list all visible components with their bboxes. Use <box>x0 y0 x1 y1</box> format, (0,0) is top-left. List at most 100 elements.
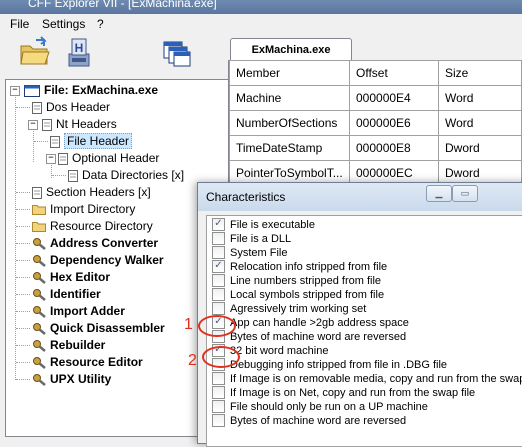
svg-text:H: H <box>75 41 84 55</box>
tool-icon <box>33 323 46 336</box>
windows-icon[interactable] <box>160 36 194 70</box>
table-header-row: Member Offset Size <box>229 60 522 86</box>
cell-size: Dword <box>438 135 522 161</box>
tool-icon <box>33 289 46 302</box>
toolbar: H <box>0 34 230 78</box>
checkbox-file-is-dll[interactable]: File is a DLL <box>212 231 291 246</box>
document-icon <box>32 101 42 114</box>
cell-member: Machine <box>229 85 350 111</box>
annotation-number-2: 2 <box>188 352 197 369</box>
tree-connector <box>15 94 16 380</box>
table-row[interactable]: TimeDateStamp 000000E8 Dword <box>229 135 522 161</box>
tree-item-dependency-walker[interactable]: Dependency Walker <box>32 252 164 268</box>
cell-offset: 000000E4 <box>349 85 439 111</box>
checkbox[interactable] <box>212 371 225 385</box>
tab-exmachina[interactable]: ExMachina.exe <box>230 38 352 61</box>
tree-item-rebuilder[interactable]: Rebuilder <box>32 337 105 353</box>
checkbox[interactable] <box>212 273 225 287</box>
hex-editor-icon[interactable]: H <box>62 36 96 70</box>
checkbox-removable-run-from-swap[interactable]: If Image is on removable media, copy and… <box>212 371 522 386</box>
checkbox-system-file[interactable]: System File <box>212 245 287 260</box>
tool-icon <box>33 272 46 285</box>
tree-item-quick-disassembler[interactable]: Quick Disassembler <box>32 320 165 336</box>
checkbox[interactable] <box>212 301 225 315</box>
tree-view[interactable]: − File: ExMachina.exe Dos Header − Nt He… <box>5 79 229 437</box>
checkbox[interactable]: ✓ <box>212 217 225 231</box>
annotation-circle-2 <box>202 346 240 368</box>
folder-icon <box>32 205 46 216</box>
tool-icon <box>33 340 46 353</box>
checkbox-relocation-stripped[interactable]: ✓ Relocation info stripped from file <box>212 259 387 274</box>
checkbox-aggressively-trim[interactable]: Agressively trim working set <box>212 301 366 316</box>
tree-item-dos-header[interactable]: Dos Header <box>32 99 110 115</box>
cell-size: Word <box>438 85 522 111</box>
tree-item-optional-header[interactable]: Optional Header <box>58 150 159 166</box>
checkbox-bytes-reversed-lo[interactable]: Bytes of machine word are reversed <box>212 329 406 344</box>
tree-item-nt-headers[interactable]: Nt Headers <box>42 116 117 132</box>
checkbox[interactable] <box>212 245 225 259</box>
expand-toggle[interactable]: − <box>10 86 20 96</box>
tree-item-file-header[interactable]: File Header <box>50 133 133 149</box>
tool-icon <box>33 255 46 268</box>
document-icon <box>32 186 42 199</box>
dialog-title: Characteristics <box>206 190 286 204</box>
dialog-titlebar: Characteristics ▁ ▭ <box>198 183 522 211</box>
annotation-number-1: 1 <box>184 316 193 333</box>
checkbox-large-address-aware[interactable]: ✓ App can handle >2gb address space <box>212 315 409 330</box>
tool-icon <box>33 374 46 387</box>
checkbox-file-is-executable[interactable]: ✓ File is executable <box>212 217 315 232</box>
checkbox-debug-stripped[interactable]: Debugging info stripped from file in .DB… <box>212 357 447 372</box>
member-table: Member Offset Size Machine 000000E4 Word… <box>229 60 522 186</box>
tree-item-identifier[interactable]: Identifier <box>32 286 101 302</box>
cell-offset: 000000E8 <box>349 135 439 161</box>
menu-settings[interactable]: Settings <box>42 17 85 31</box>
checkbox-up-system-only[interactable]: File should only be run on a UP machine <box>212 399 428 414</box>
checkbox-line-numbers-stripped[interactable]: Line numbers stripped from file <box>212 273 381 288</box>
cell-member: TimeDateStamp <box>229 135 350 161</box>
cell-member: NumberOfSections <box>229 110 350 136</box>
column-header-size[interactable]: Size <box>438 60 522 86</box>
column-header-member[interactable]: Member <box>229 60 350 86</box>
checkbox[interactable] <box>212 399 225 413</box>
expand-toggle[interactable]: − <box>28 120 38 130</box>
checkbox-bytes-reversed-hi[interactable]: Bytes of machine word are reversed <box>212 413 406 428</box>
expand-toggle[interactable]: − <box>46 154 56 164</box>
checkbox[interactable]: ✓ <box>212 259 225 273</box>
minimize-button[interactable]: ▁ <box>426 185 452 202</box>
menu-help[interactable]: ? <box>97 17 104 31</box>
maximize-button[interactable]: ▭ <box>452 185 478 202</box>
tree-item-section-headers[interactable]: Section Headers [x] <box>32 184 151 200</box>
tool-icon <box>33 238 46 251</box>
tool-icon <box>33 357 46 370</box>
checkbox-local-symbols-stripped[interactable]: Local symbols stripped from file <box>212 287 384 302</box>
window-icon <box>24 84 40 97</box>
checkbox[interactable] <box>212 287 225 301</box>
table-row[interactable]: Machine 000000E4 Word <box>229 85 522 111</box>
window-title: CFF Explorer VII - [ExMachina.exe] <box>28 0 217 10</box>
column-header-offset[interactable]: Offset <box>349 60 439 86</box>
document-icon <box>58 152 68 165</box>
tree-root[interactable]: File: ExMachina.exe <box>24 82 158 98</box>
tree-item-import-adder[interactable]: Import Adder <box>32 303 125 319</box>
folder-icon <box>32 222 46 233</box>
menu-file[interactable]: File <box>10 17 29 31</box>
tree-item-resource-editor[interactable]: Resource Editor <box>32 354 143 370</box>
tree-item-address-converter[interactable]: Address Converter <box>32 235 158 251</box>
document-icon <box>42 118 52 131</box>
document-icon <box>50 135 60 148</box>
tree-connector <box>33 128 34 162</box>
checkbox[interactable] <box>212 413 225 427</box>
checkbox-net-run-from-swap[interactable]: If Image is on Net, copy and run from th… <box>212 385 475 400</box>
tree-item-data-directories[interactable]: Data Directories [x] <box>68 167 184 183</box>
tree-item-upx-utility[interactable]: UPX Utility <box>32 371 111 387</box>
open-folder-icon[interactable] <box>18 36 52 70</box>
annotation-circle-1 <box>198 315 236 337</box>
tree-item-resource-directory[interactable]: Resource Directory <box>32 218 153 234</box>
table-row[interactable]: NumberOfSections 000000E6 Word <box>229 110 522 136</box>
cell-offset: 000000E6 <box>349 110 439 136</box>
checkbox[interactable] <box>212 385 225 399</box>
window-titlebar: CFF Explorer VII - [ExMachina.exe] <box>0 0 522 14</box>
tree-item-import-directory[interactable]: Import Directory <box>32 201 135 217</box>
checkbox[interactable] <box>212 231 225 245</box>
tree-item-hex-editor[interactable]: Hex Editor <box>32 269 110 285</box>
